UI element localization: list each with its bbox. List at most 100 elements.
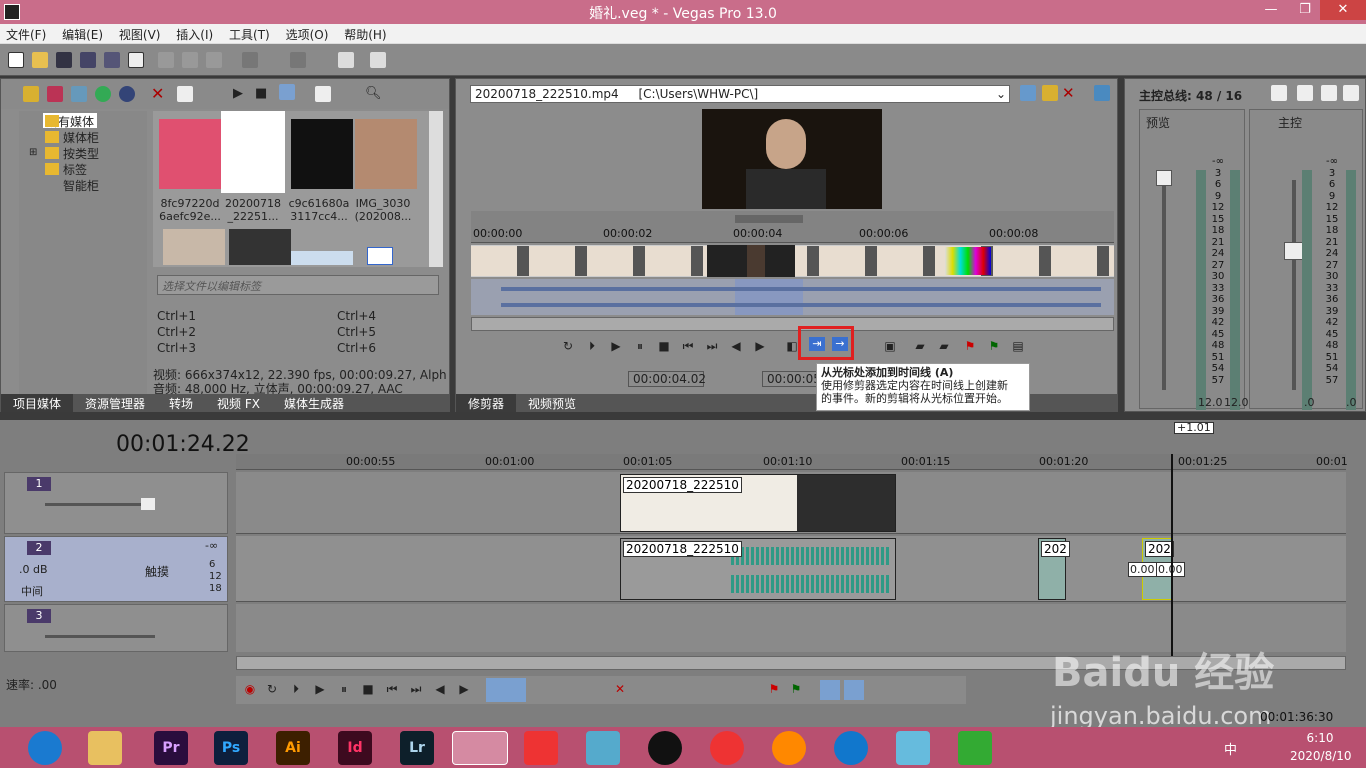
menu-options[interactable]: 选项(O) [280,24,335,45]
media-thumb-4[interactable] [355,119,417,189]
app-icon-3[interactable] [772,731,806,765]
refresh-icon[interactable] [95,86,111,102]
trimmer-close-icon[interactable]: ✕ [1062,85,1078,101]
track-3-opacity-slider[interactable] [45,635,155,638]
tab-trimmer[interactable]: 修剪器 [456,394,517,412]
shortcut-6[interactable]: Ctrl+6 [337,341,376,355]
mixer-icon-4[interactable] [1343,85,1359,101]
shortcut-1[interactable]: Ctrl+1 [157,309,196,323]
tab-explorer[interactable]: 资源管理器 [73,394,157,412]
app-icon-5[interactable] [958,731,992,765]
snapshot-icon[interactable]: ▤ [1010,339,1026,353]
auto-preview-icon[interactable] [279,84,295,100]
track-header-2[interactable]: 2 .0 dB 中间 触摸 -∞ 6 12 18 [4,536,228,602]
cut-icon[interactable] [158,52,174,68]
mixer-icon-2[interactable] [1297,85,1313,101]
trimmer-monitor-icon[interactable] [1094,85,1110,101]
save-icon[interactable] [56,52,72,68]
get-media-icon[interactable] [71,86,87,102]
media-thumb-2[interactable] [221,111,285,193]
trimmer-tool-icon[interactable] [1020,85,1036,101]
app-icon-2[interactable] [586,731,620,765]
lightroom-icon[interactable]: Lr [400,731,434,765]
tl-end-icon[interactable]: ⏭ [408,682,424,696]
views-icon[interactable] [315,86,331,102]
indesign-icon[interactable]: Id [338,731,372,765]
video-clip[interactable]: 20200718_222510 [620,474,896,532]
shortcut-3[interactable]: Ctrl+3 [157,341,196,355]
mixer-icon-1[interactable] [1271,85,1287,101]
marker-icon[interactable]: ⚑ [962,339,978,353]
clock-date[interactable]: 2020/8/10 [1290,749,1352,763]
play-icon[interactable]: ▶ [608,339,624,353]
trimmer-out-time[interactable]: 00:00:05 [762,371,822,387]
delete-icon[interactable]: ✕ [612,682,628,696]
media-properties-icon[interactable] [177,86,193,102]
tl-pause-icon[interactable]: ⏸ [336,682,352,696]
menu-tools[interactable]: 工具(T) [223,24,276,45]
media-thumb-1[interactable] [159,119,221,189]
normal-tool-icon[interactable] [338,52,354,68]
tree-tags[interactable]: 标签 [63,161,87,178]
tl-stop-icon[interactable]: ■ [360,682,376,696]
media-thumb-7[interactable] [291,251,353,265]
preview-fader[interactable] [1156,170,1172,186]
app-icon-4[interactable] [896,731,930,765]
tl-loop-icon[interactable]: ↻ [264,682,280,696]
illustrator-icon[interactable]: Ai [276,731,310,765]
render-icon[interactable] [104,52,120,68]
new-file-icon[interactable] [8,52,24,68]
play-preview-icon[interactable]: ▶ [233,86,249,102]
open-folder-icon[interactable] [32,52,48,68]
shortcut-2[interactable]: Ctrl+2 [157,325,196,339]
ripple-icon[interactable]: ◧ [784,339,800,353]
search-media-icon[interactable] [119,86,135,102]
copy-icon[interactable] [182,52,198,68]
capture-icon[interactable] [47,86,63,102]
track-header-3[interactable]: 3 [4,604,228,652]
media-thumb-8[interactable] [367,247,393,265]
track-header-1[interactable]: 1 [4,472,228,534]
trimmer-file-select[interactable]: 20200718_222510.mp4 [C:\Users\WHW-PC\] ⌄ [470,85,1010,103]
track-1-opacity-slider[interactable] [45,503,155,506]
edit-tool-button[interactable] [486,678,526,702]
app-icon-1[interactable] [524,731,558,765]
tree-smart-bins[interactable]: 智能柜 [63,177,99,194]
shortcut-5[interactable]: Ctrl+5 [337,325,376,339]
add-to-timeline-button[interactable]: → [832,337,848,351]
record-icon[interactable]: ◉ [242,682,258,696]
tab-media-generators[interactable]: 媒体生成器 [272,394,356,412]
go-start-icon[interactable]: ⏮ [680,339,696,353]
tl-region-icon[interactable]: ⚑ [788,682,804,696]
region-icon[interactable]: ▰ [912,339,928,353]
import-media-icon[interactable] [23,86,39,102]
thumbs-scrollbar[interactable] [429,111,443,267]
clock-time[interactable]: 6:10 [1290,731,1350,745]
tab-video-fx[interactable]: 视频 FX [205,394,272,412]
browser-icon[interactable] [28,731,62,765]
menu-insert[interactable]: 插入(I) [170,24,219,45]
menu-view[interactable]: 视图(V) [113,24,167,45]
menu-edit[interactable]: 编辑(E) [56,24,109,45]
trimmer-video-strip[interactable] [471,245,1114,277]
tab-video-preview[interactable]: 视频预览 [516,394,588,412]
minimize-button[interactable]: — [1256,0,1286,20]
properties-icon[interactable] [128,52,144,68]
shortcut-4[interactable]: Ctrl+4 [337,309,376,323]
tab-transitions[interactable]: 转场 [157,394,205,412]
loop-icon[interactable]: ↻ [560,339,576,353]
qq-icon[interactable] [648,731,682,765]
media-thumb-6[interactable] [229,229,291,265]
maximize-button[interactable]: ❐ [1290,0,1320,20]
photoshop-icon[interactable]: Ps [214,731,248,765]
remove-icon[interactable]: ✕ [151,86,167,102]
tl-marker-icon[interactable]: ⚑ [766,682,782,696]
menu-help[interactable]: 帮助(H) [338,24,392,45]
tl-start-icon[interactable]: ⏮ [384,682,400,696]
menu-file[interactable]: 文件(F) [0,24,52,45]
trimmer-ruler[interactable]: 00:00:00 00:00:02 00:00:04 00:00:06 00:0… [471,211,1114,243]
trimmer-scrollbar[interactable] [471,317,1114,331]
sogou-icon[interactable] [834,731,868,765]
timeline-ruler[interactable]: 00:00:55 00:01:00 00:01:05 00:01:10 00:0… [236,454,1348,470]
track-1-slider-thumb[interactable] [141,498,155,510]
